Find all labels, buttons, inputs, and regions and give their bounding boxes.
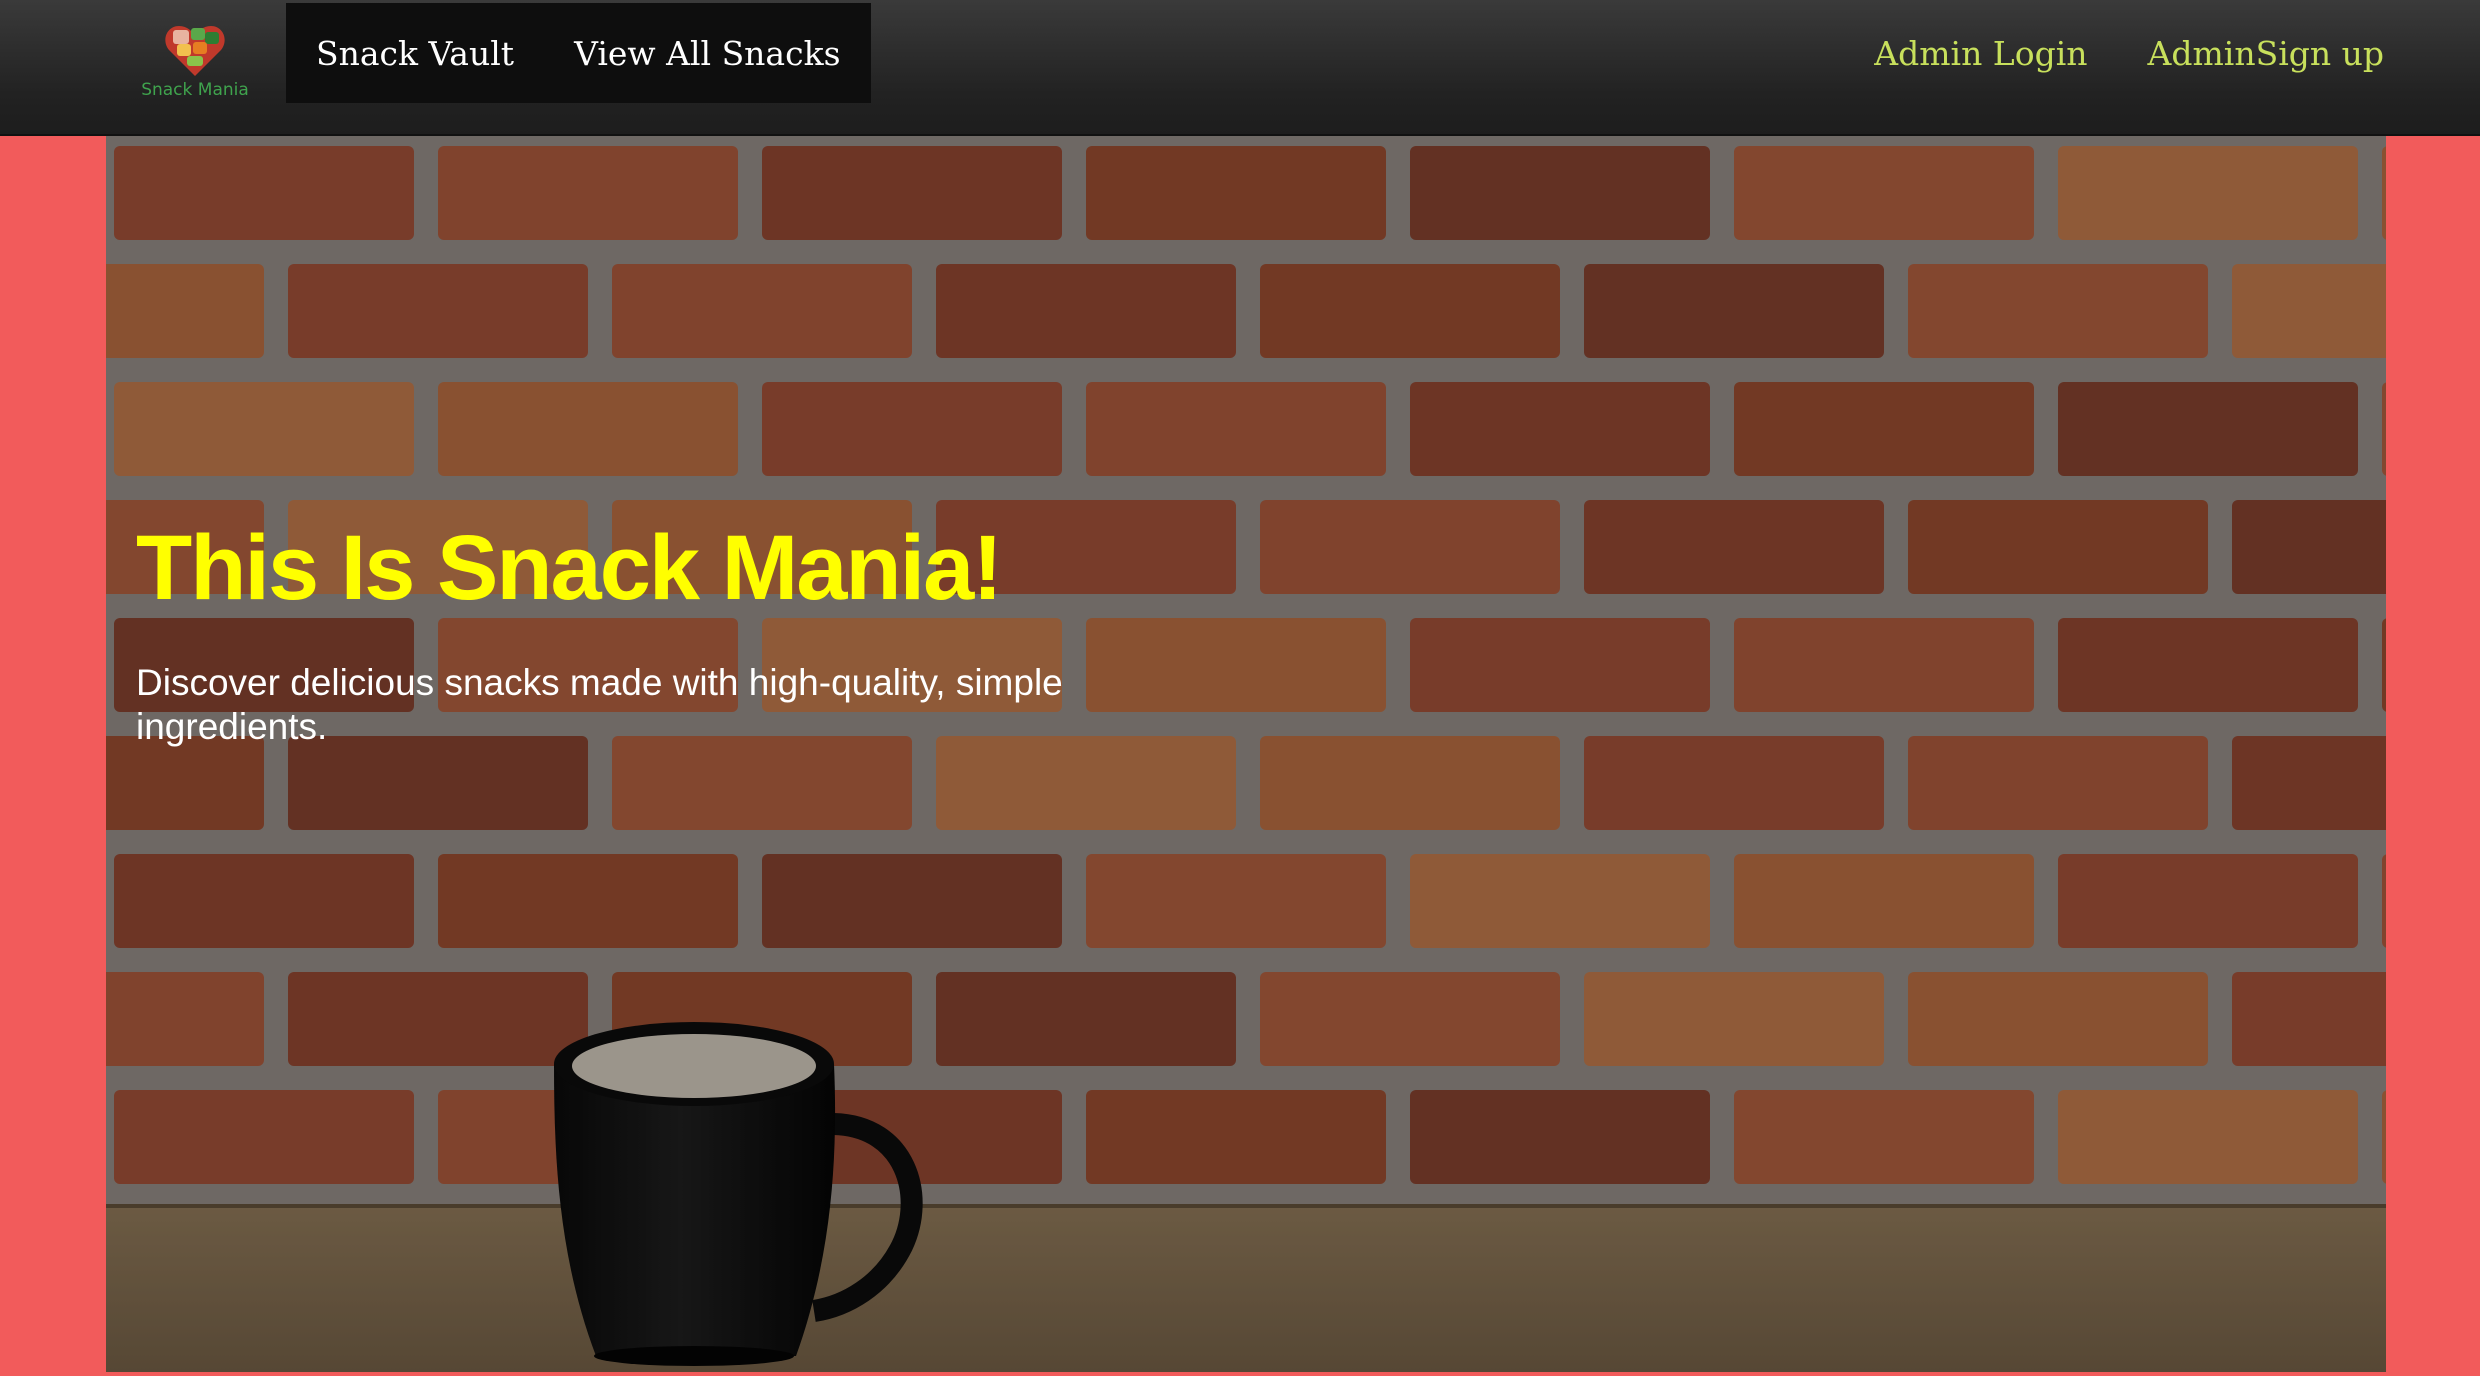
nav-link-snack-vault[interactable]: Snack Vault xyxy=(316,34,514,73)
primary-nav: Snack Vault View All Snacks xyxy=(286,3,871,103)
top-navbar: Snack Mania Snack Vault View All Snacks … xyxy=(0,0,2480,136)
brick-wall-background xyxy=(106,136,2386,1372)
hero-subtitle: Discover delicious snacks made with high… xyxy=(136,662,1063,747)
heart-fruit-basket-icon xyxy=(165,26,225,76)
brand-name: Snack Mania xyxy=(141,80,249,100)
hero-title: This Is Snack Mania! xyxy=(136,517,1003,619)
brand-logo-link[interactable]: Snack Mania xyxy=(140,22,250,114)
admin-nav: Admin Login AdminSign up xyxy=(1874,3,2384,103)
nav-link-view-all-snacks[interactable]: View All Snacks xyxy=(574,34,840,73)
hero-banner: This Is Snack Mania! Discover delicious … xyxy=(106,136,2386,1372)
admin-signup-link[interactable]: AdminSign up xyxy=(2148,34,2384,73)
admin-login-link[interactable]: Admin Login xyxy=(1874,34,2087,73)
